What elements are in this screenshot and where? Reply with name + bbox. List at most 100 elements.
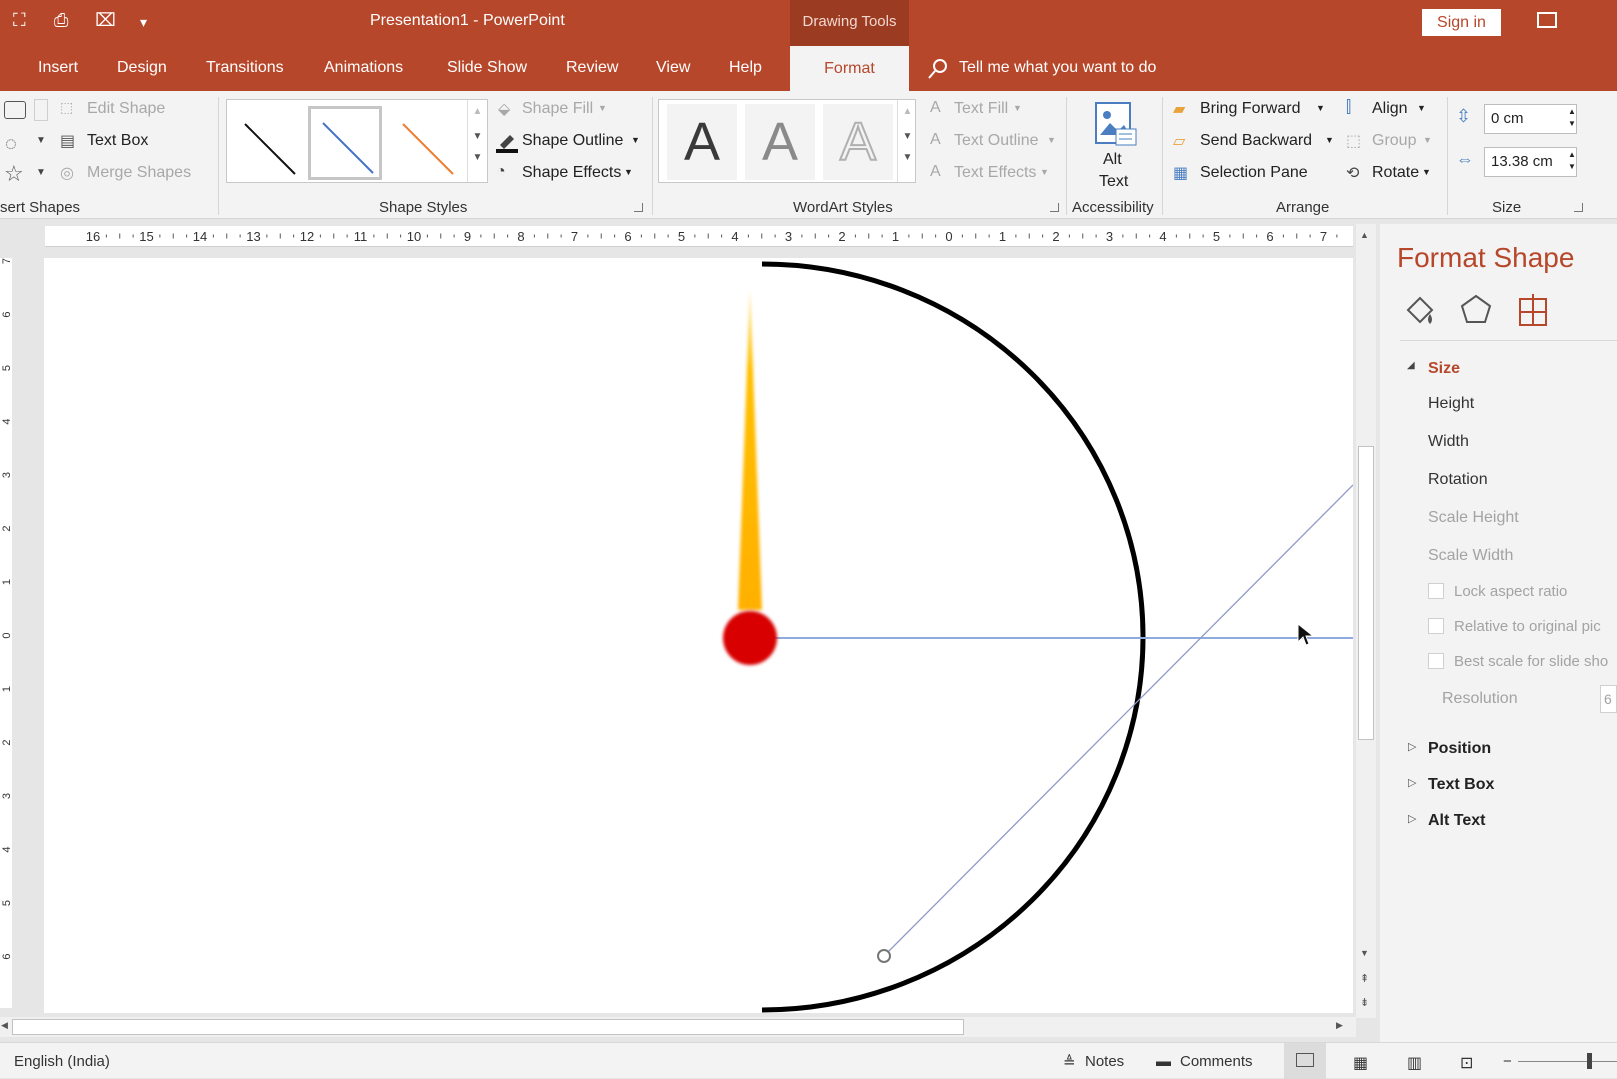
slide-show-icon[interactable]: ⊡ bbox=[1460, 1053, 1473, 1073]
size-properties-icon[interactable] bbox=[1512, 290, 1552, 330]
fill-line-icon[interactable] bbox=[1400, 290, 1440, 330]
touch-mode-icon[interactable]: ⌧ bbox=[95, 10, 116, 31]
width-spinner[interactable]: ▲ ▼ bbox=[1568, 149, 1576, 173]
effects-icon[interactable] bbox=[1456, 290, 1496, 330]
slide-canvas[interactable] bbox=[44, 258, 1353, 1013]
qat-customize-icon[interactable]: ▾ bbox=[140, 14, 147, 31]
size-launcher-icon[interactable] bbox=[1574, 203, 1583, 212]
ribbon-display-options-icon[interactable] bbox=[1537, 12, 1557, 28]
tab-animations[interactable]: Animations bbox=[324, 59, 403, 77]
expand-icon[interactable]: ▷ bbox=[1408, 740, 1416, 753]
size-section-header[interactable]: Size bbox=[1428, 360, 1460, 378]
tab-transitions[interactable]: Transitions bbox=[206, 59, 284, 77]
shapes-more-icon[interactable]: ▼ bbox=[36, 167, 46, 178]
shape-width-input[interactable]: 13.38 cm bbox=[1484, 147, 1577, 177]
shapes-scroll-down[interactable]: ▼ bbox=[36, 135, 46, 146]
wordart-style-gray[interactable]: A bbox=[745, 104, 815, 180]
sign-in-button[interactable]: Sign in bbox=[1422, 9, 1501, 36]
tab-review[interactable]: Review bbox=[566, 59, 618, 77]
ruler-label: 11 bbox=[354, 229, 368, 244]
style-black-line[interactable] bbox=[231, 106, 305, 180]
language-indicator[interactable]: English (India) bbox=[14, 1053, 110, 1070]
group-button[interactable]: Group bbox=[1372, 132, 1416, 150]
text-fill-button[interactable]: Text Fill bbox=[954, 100, 1008, 118]
style-orange-line[interactable] bbox=[389, 106, 463, 180]
tab-design[interactable]: Design bbox=[117, 59, 167, 77]
tab-view[interactable]: View bbox=[656, 59, 690, 77]
zoom-slider-thumb[interactable] bbox=[1587, 1053, 1592, 1069]
tab-slide-show[interactable]: Slide Show bbox=[447, 59, 527, 77]
line-endpoint-handle[interactable] bbox=[877, 949, 891, 963]
shape-height-input[interactable]: 0 cm bbox=[1484, 104, 1577, 134]
shape-styles-launcher-icon[interactable] bbox=[634, 203, 643, 212]
text-box-button[interactable]: Text Box bbox=[87, 132, 148, 150]
alt-text-button-line2[interactable]: Text bbox=[1099, 173, 1128, 191]
normal-view-button[interactable] bbox=[1284, 1043, 1326, 1079]
edit-shape-button[interactable]: Edit Shape bbox=[87, 100, 165, 118]
shape-effects-button[interactable]: Shape Effects bbox=[522, 164, 621, 182]
position-section-header[interactable]: Position bbox=[1428, 740, 1491, 758]
shape-styles-scroll[interactable]: ▲ ▼ ▼ bbox=[467, 100, 487, 182]
print-icon[interactable]: ⎙ bbox=[54, 10, 68, 31]
scroll-up-icon[interactable]: ▲ bbox=[1360, 230, 1369, 240]
angled-line[interactable] bbox=[883, 484, 1353, 957]
vertical-scrollbar[interactable]: ▲ ▼ ⇞ ⇟ bbox=[1356, 224, 1376, 1018]
alt-text-icon[interactable] bbox=[1094, 101, 1138, 147]
wordart-gallery[interactable]: A A A ▲ ▼ ▼ bbox=[658, 99, 916, 183]
align-button[interactable]: Align bbox=[1372, 100, 1408, 118]
scroll-right-icon[interactable]: ▶ bbox=[1336, 1020, 1343, 1031]
text-outline-button[interactable]: Text Outline bbox=[954, 132, 1038, 150]
notes-button[interactable]: Notes bbox=[1085, 1053, 1124, 1070]
presenter-icon[interactable]: ⛶ bbox=[13, 10, 26, 31]
scroll-left-icon[interactable]: ◀ bbox=[1, 1020, 8, 1031]
needle-pivot[interactable] bbox=[723, 611, 777, 665]
expand-icon[interactable]: ▷ bbox=[1408, 776, 1416, 789]
rectangle-shape-icon[interactable] bbox=[4, 101, 26, 119]
text-effects-button[interactable]: Text Effects bbox=[954, 164, 1036, 182]
text-box-section-header[interactable]: Text Box bbox=[1428, 776, 1494, 794]
bring-forward-button[interactable]: Bring Forward bbox=[1200, 100, 1300, 118]
slide-sorter-icon[interactable]: ▦ bbox=[1353, 1053, 1368, 1073]
expand-icon[interactable]: ▷ bbox=[1408, 812, 1416, 825]
rotate-button[interactable]: Rotate bbox=[1372, 164, 1419, 182]
style-blue-line[interactable] bbox=[308, 106, 382, 180]
height-spinner[interactable]: ▲ ▼ bbox=[1568, 106, 1576, 130]
merge-shapes-button[interactable]: Merge Shapes bbox=[87, 164, 191, 182]
zoom-out-icon[interactable]: − bbox=[1503, 1053, 1512, 1070]
scroll-down-icon[interactable]: ▼ bbox=[1360, 948, 1369, 958]
freeform-shape-icon[interactable]: ◌ bbox=[5, 133, 17, 156]
comments-icon[interactable]: ▬ bbox=[1156, 1053, 1171, 1070]
horizontal-scrollbar[interactable]: ◀ ▶ bbox=[0, 1017, 1356, 1037]
wordart-style-fill[interactable]: A bbox=[667, 104, 737, 180]
wordart-style-outline[interactable]: A bbox=[823, 104, 893, 180]
best-scale-checkbox[interactable] bbox=[1428, 653, 1444, 669]
resolution-select[interactable]: 6 bbox=[1600, 685, 1617, 713]
tell-me-input[interactable]: Tell me what you want to do bbox=[959, 59, 1156, 77]
horizontal-scroll-thumb[interactable] bbox=[12, 1019, 964, 1035]
tab-format[interactable]: Format bbox=[790, 46, 909, 91]
alt-text-section-header[interactable]: Alt Text bbox=[1428, 812, 1485, 830]
shape-styles-gallery[interactable]: ▲ ▼ ▼ bbox=[226, 99, 488, 183]
gauge-needle[interactable] bbox=[738, 288, 762, 610]
star-shape-icon[interactable]: ☆ bbox=[4, 161, 24, 187]
relative-original-checkbox[interactable] bbox=[1428, 618, 1444, 634]
send-backward-button[interactable]: Send Backward bbox=[1200, 132, 1312, 150]
next-slide-icon[interactable]: ⇟ bbox=[1360, 996, 1369, 1009]
shapes-scroll-up[interactable] bbox=[34, 99, 48, 121]
tab-insert[interactable]: Insert bbox=[38, 59, 78, 77]
shape-fill-button[interactable]: Shape Fill bbox=[522, 100, 593, 118]
vertical-scroll-thumb[interactable] bbox=[1358, 446, 1374, 740]
tab-help[interactable]: Help bbox=[729, 59, 762, 77]
previous-slide-icon[interactable]: ⇞ bbox=[1360, 972, 1369, 985]
notes-icon[interactable]: ≜ bbox=[1063, 1053, 1076, 1071]
wordart-scroll[interactable]: ▲ ▼ ▼ bbox=[897, 100, 917, 182]
shape-outline-button[interactable]: Shape Outline bbox=[522, 132, 623, 150]
zoom-slider[interactable] bbox=[1518, 1061, 1617, 1062]
reading-view-icon[interactable]: ▥ bbox=[1407, 1053, 1422, 1073]
wordart-launcher-icon[interactable] bbox=[1050, 203, 1059, 212]
alt-text-button[interactable]: Alt bbox=[1103, 151, 1122, 169]
lock-aspect-checkbox[interactable] bbox=[1428, 583, 1444, 599]
selection-pane-button[interactable]: Selection Pane bbox=[1200, 164, 1308, 182]
collapse-icon[interactable]: ◢ bbox=[1407, 360, 1415, 371]
comments-button[interactable]: Comments bbox=[1180, 1053, 1253, 1070]
